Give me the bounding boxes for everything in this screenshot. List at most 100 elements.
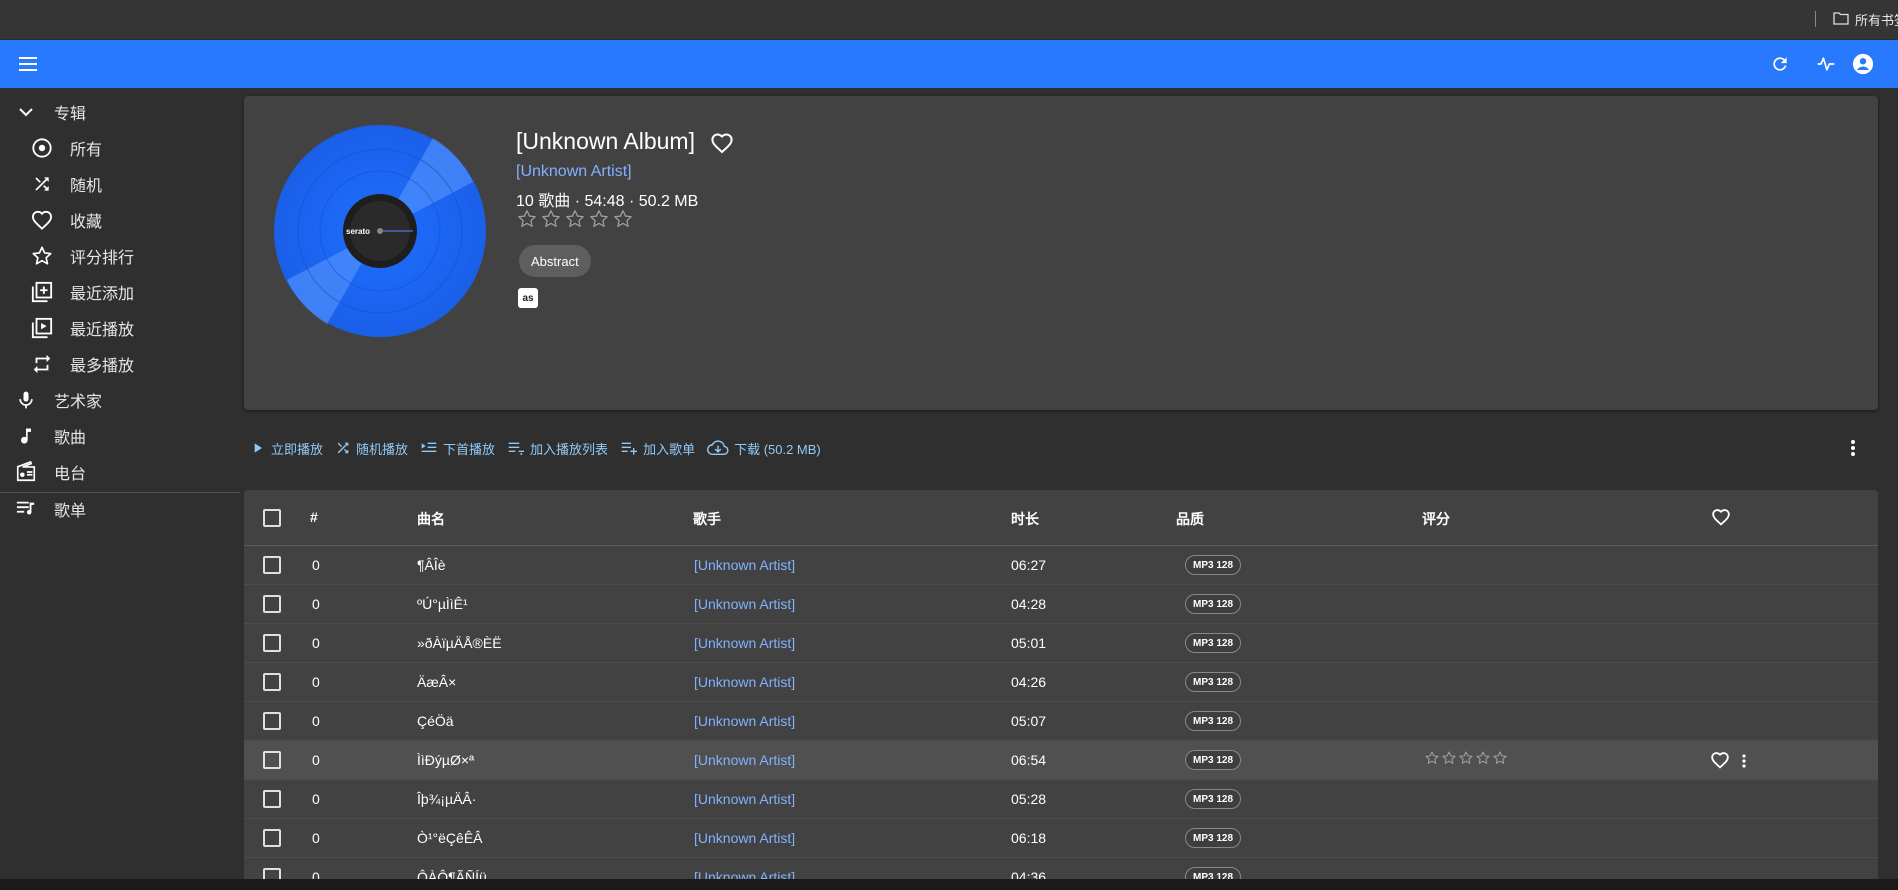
- track-artist-link[interactable]: [Unknown Artist]: [694, 674, 795, 690]
- track-artist-link[interactable]: [Unknown Artist]: [694, 713, 795, 729]
- shuffle-icon: [30, 172, 54, 196]
- album-actions-toolbar: 立即播放 随机播放 下首播放 加入播放列表 加入歌单 下载 (50.2 MB): [250, 436, 833, 460]
- row-checkbox[interactable]: [263, 751, 281, 769]
- all-bookmarks-button[interactable]: 所有书签: [1833, 10, 1898, 29]
- track-rating[interactable]: [1424, 750, 1508, 766]
- album-icon: [30, 136, 54, 160]
- table-row-hovered[interactable]: 0 ÌìÐýµØ×ª [Unknown Artist] 06:54 MP3 12…: [244, 741, 1878, 780]
- sidebar-item-artists[interactable]: 艺术家: [0, 382, 240, 418]
- table-row[interactable]: 0 »ðÀïµÄÅ®ÈË [Unknown Artist] 05:01 MP3 …: [244, 624, 1878, 663]
- shuffle-icon: [337, 442, 349, 454]
- track-duration: 05:01: [1011, 635, 1047, 651]
- sidebar-item-songs[interactable]: 歌曲: [0, 418, 240, 454]
- quality-chip: MP3 128: [1185, 711, 1242, 731]
- sidebar-item-label: 最近播放: [70, 322, 135, 339]
- album-rating[interactable]: [516, 208, 634, 230]
- add-to-playlist-button[interactable]: 加入歌单: [620, 439, 695, 458]
- table-row[interactable]: 0 ÇéÖä [Unknown Artist] 05:07 MP3 128: [244, 702, 1878, 741]
- folder-icon: [1833, 11, 1849, 28]
- album-artist-link[interactable]: [Unknown Artist]: [516, 163, 632, 181]
- column-header-heart-icon[interactable]: [1711, 508, 1731, 529]
- row-checkbox[interactable]: [263, 634, 281, 652]
- row-checkbox[interactable]: [263, 595, 281, 613]
- album-favorite-heart-icon[interactable]: [710, 132, 734, 156]
- account-icon[interactable]: [1851, 52, 1875, 76]
- sidebar-item-most-played[interactable]: 最多播放: [0, 346, 240, 382]
- sidebar-item-recently-played[interactable]: 最近播放: [0, 310, 240, 346]
- star-icon[interactable]: [1475, 750, 1491, 766]
- column-header-title[interactable]: 曲名: [417, 509, 445, 529]
- track-favorite-heart-icon[interactable]: [1710, 751, 1730, 771]
- track-title: »ðÀïµÄÅ®ÈË: [417, 635, 502, 651]
- star-icon[interactable]: [588, 208, 610, 230]
- select-all-checkbox[interactable]: [263, 509, 281, 527]
- column-header-number[interactable]: #: [310, 509, 318, 525]
- star-icon[interactable]: [1424, 750, 1440, 766]
- play-now-button[interactable]: 立即播放: [250, 439, 323, 458]
- track-artist-link[interactable]: [Unknown Artist]: [694, 596, 795, 612]
- track-number: 0: [312, 674, 320, 690]
- row-checkbox[interactable]: [263, 790, 281, 808]
- star-icon[interactable]: [540, 208, 562, 230]
- sidebar-item-label: 歌曲: [54, 430, 87, 447]
- album-title: [Unknown Album]: [516, 128, 695, 154]
- svg-text:serato: serato: [346, 227, 370, 236]
- column-header-quality[interactable]: 品质: [1176, 509, 1204, 529]
- sidebar-item-top-rated[interactable]: 评分排行: [0, 238, 240, 274]
- track-artist-link[interactable]: [Unknown Artist]: [694, 791, 795, 807]
- sidebar-item-label: 最多播放: [70, 358, 135, 375]
- track-artist-link[interactable]: [Unknown Artist]: [694, 752, 795, 768]
- sidebar-item-favorites[interactable]: 收藏: [0, 202, 240, 238]
- sidebar-item-label: 艺术家: [54, 394, 103, 411]
- star-icon[interactable]: [516, 208, 538, 230]
- table-row[interactable]: 0 Îþ¾¡µÄÂ· [Unknown Artist] 05:28 MP3 12…: [244, 780, 1878, 819]
- action-label: 立即播放: [271, 441, 324, 457]
- star-icon[interactable]: [612, 208, 634, 230]
- table-row[interactable]: 0 ÄæÂ× [Unknown Artist] 04:26 MP3 128: [244, 663, 1878, 702]
- track-artist-link[interactable]: [Unknown Artist]: [694, 557, 795, 573]
- row-checkbox[interactable]: [263, 829, 281, 847]
- track-more-vert-icon[interactable]: [1736, 751, 1752, 771]
- sidebar-group-albums[interactable]: 专辑: [0, 94, 240, 130]
- menu-icon[interactable]: [16, 52, 40, 76]
- add-to-queue-button[interactable]: 加入播放列表: [507, 439, 608, 458]
- star-icon[interactable]: [564, 208, 586, 230]
- track-artist-link[interactable]: [Unknown Artist]: [694, 830, 795, 846]
- play-next-button[interactable]: 下首播放: [420, 439, 495, 458]
- column-header-duration[interactable]: 时长: [1011, 509, 1039, 529]
- more-vert-icon[interactable]: [1842, 437, 1864, 459]
- star-icon[interactable]: [1441, 750, 1457, 766]
- activity-icon[interactable]: [1814, 52, 1838, 76]
- track-title: Ò¹°ëÇêÊÂ: [417, 830, 483, 846]
- track-duration: 05:28: [1011, 791, 1047, 807]
- download-button[interactable]: 下载 (50.2 MB): [707, 439, 821, 458]
- track-duration: 04:28: [1011, 596, 1047, 612]
- track-number: 0: [312, 752, 320, 768]
- track-artist-link[interactable]: [Unknown Artist]: [694, 635, 795, 651]
- sidebar-item-recently-added[interactable]: 最近添加: [0, 274, 240, 310]
- album-header-card: [244, 96, 1878, 410]
- lastfm-icon[interactable]: as: [518, 288, 538, 308]
- track-number: 0: [312, 596, 320, 612]
- star-icon[interactable]: [1458, 750, 1474, 766]
- table-row[interactable]: 0 ¶ÂÎè [Unknown Artist] 06:27 MP3 128: [244, 546, 1878, 585]
- table-row[interactable]: 0 Ò¹°ëÇêÊÂ [Unknown Artist] 06:18 MP3 12…: [244, 819, 1878, 858]
- sidebar-item-all[interactable]: 所有: [0, 130, 240, 166]
- row-checkbox[interactable]: [263, 556, 281, 574]
- album-cover[interactable]: serato: [273, 124, 487, 338]
- chevron-down-icon: [14, 100, 38, 124]
- row-checkbox[interactable]: [263, 673, 281, 691]
- refresh-icon[interactable]: [1768, 52, 1792, 76]
- repeat-icon: [30, 352, 54, 376]
- star-icon[interactable]: [1492, 750, 1508, 766]
- sidebar-item-radio[interactable]: 电台: [0, 454, 240, 490]
- column-header-artist[interactable]: 歌手: [693, 509, 721, 529]
- sidebar-item-playlists[interactable]: 歌单: [0, 491, 240, 527]
- column-header-rating[interactable]: 评分: [1422, 509, 1450, 529]
- table-row[interactable]: 0 ºÚ°µÌìÊ¹ [Unknown Artist] 04:28 MP3 12…: [244, 585, 1878, 624]
- genre-chip[interactable]: Abstract: [519, 245, 591, 277]
- row-checkbox[interactable]: [263, 712, 281, 730]
- shuffle-play-button[interactable]: 随机播放: [335, 439, 408, 458]
- track-title: ÌìÐýµØ×ª: [417, 752, 475, 768]
- sidebar-item-random[interactable]: 随机: [0, 166, 240, 202]
